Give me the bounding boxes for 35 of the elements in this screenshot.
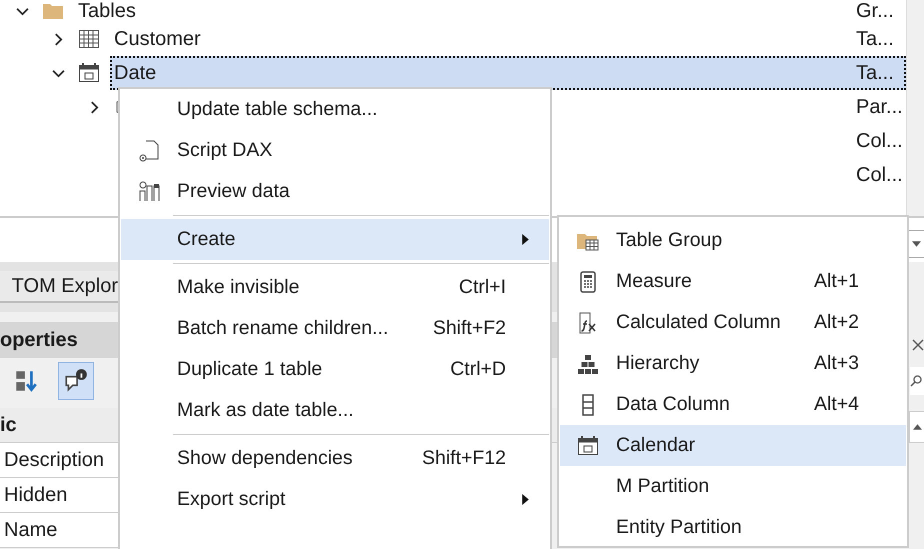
menu-item[interactable]: Calendar (560, 425, 906, 466)
expand-chevron-icon[interactable] (52, 32, 65, 46)
menu-item[interactable]: M Partition (560, 466, 906, 507)
property-name: Description (4, 448, 104, 472)
tree-item[interactable]: Tables Gr... (74, 0, 906, 24)
menu-item[interactable]: Preview data (121, 171, 549, 212)
calendar-icon (576, 434, 600, 458)
search-icon[interactable] (910, 374, 922, 388)
calendar-icon (77, 61, 101, 85)
type-label: Ta... (856, 28, 895, 50)
type-label: Ta... (856, 62, 895, 84)
scroll-up-arrow-icon[interactable] (912, 424, 922, 430)
expand-chevron-icon[interactable] (88, 100, 101, 114)
tree-item[interactable]: Date Ta... (110, 56, 906, 90)
menu-item[interactable]: Create (121, 219, 549, 260)
tree-item[interactable]: Customer Ta... (110, 22, 906, 56)
property-name: Hidden (4, 484, 68, 506)
menu-item[interactable]: Measure Alt+1 (560, 261, 906, 302)
menu-item[interactable]: Table Group (560, 220, 906, 261)
menu-item[interactable]: Export script (121, 479, 549, 520)
menu-item[interactable]: Script DAX (121, 130, 549, 171)
menu-item[interactable]: Make invisible Ctrl+I (121, 267, 549, 308)
close-icon[interactable] (912, 339, 924, 351)
script-icon (137, 138, 161, 162)
type-label: Gr... (856, 0, 895, 22)
table-icon (77, 27, 101, 51)
toolbar-button[interactable] (58, 362, 94, 400)
dock-tab[interactable]: TOM Explor (0, 271, 118, 303)
chart-icon (137, 180, 161, 204)
scrollbar[interactable] (906, 0, 924, 216)
comment-info-icon (63, 368, 89, 394)
dropdown-arrow-icon (912, 241, 921, 247)
menu-item[interactable]: Update table schema... (121, 89, 549, 130)
menu-item[interactable]: Entity Partition (560, 507, 906, 548)
property-name: Name (4, 518, 58, 542)
